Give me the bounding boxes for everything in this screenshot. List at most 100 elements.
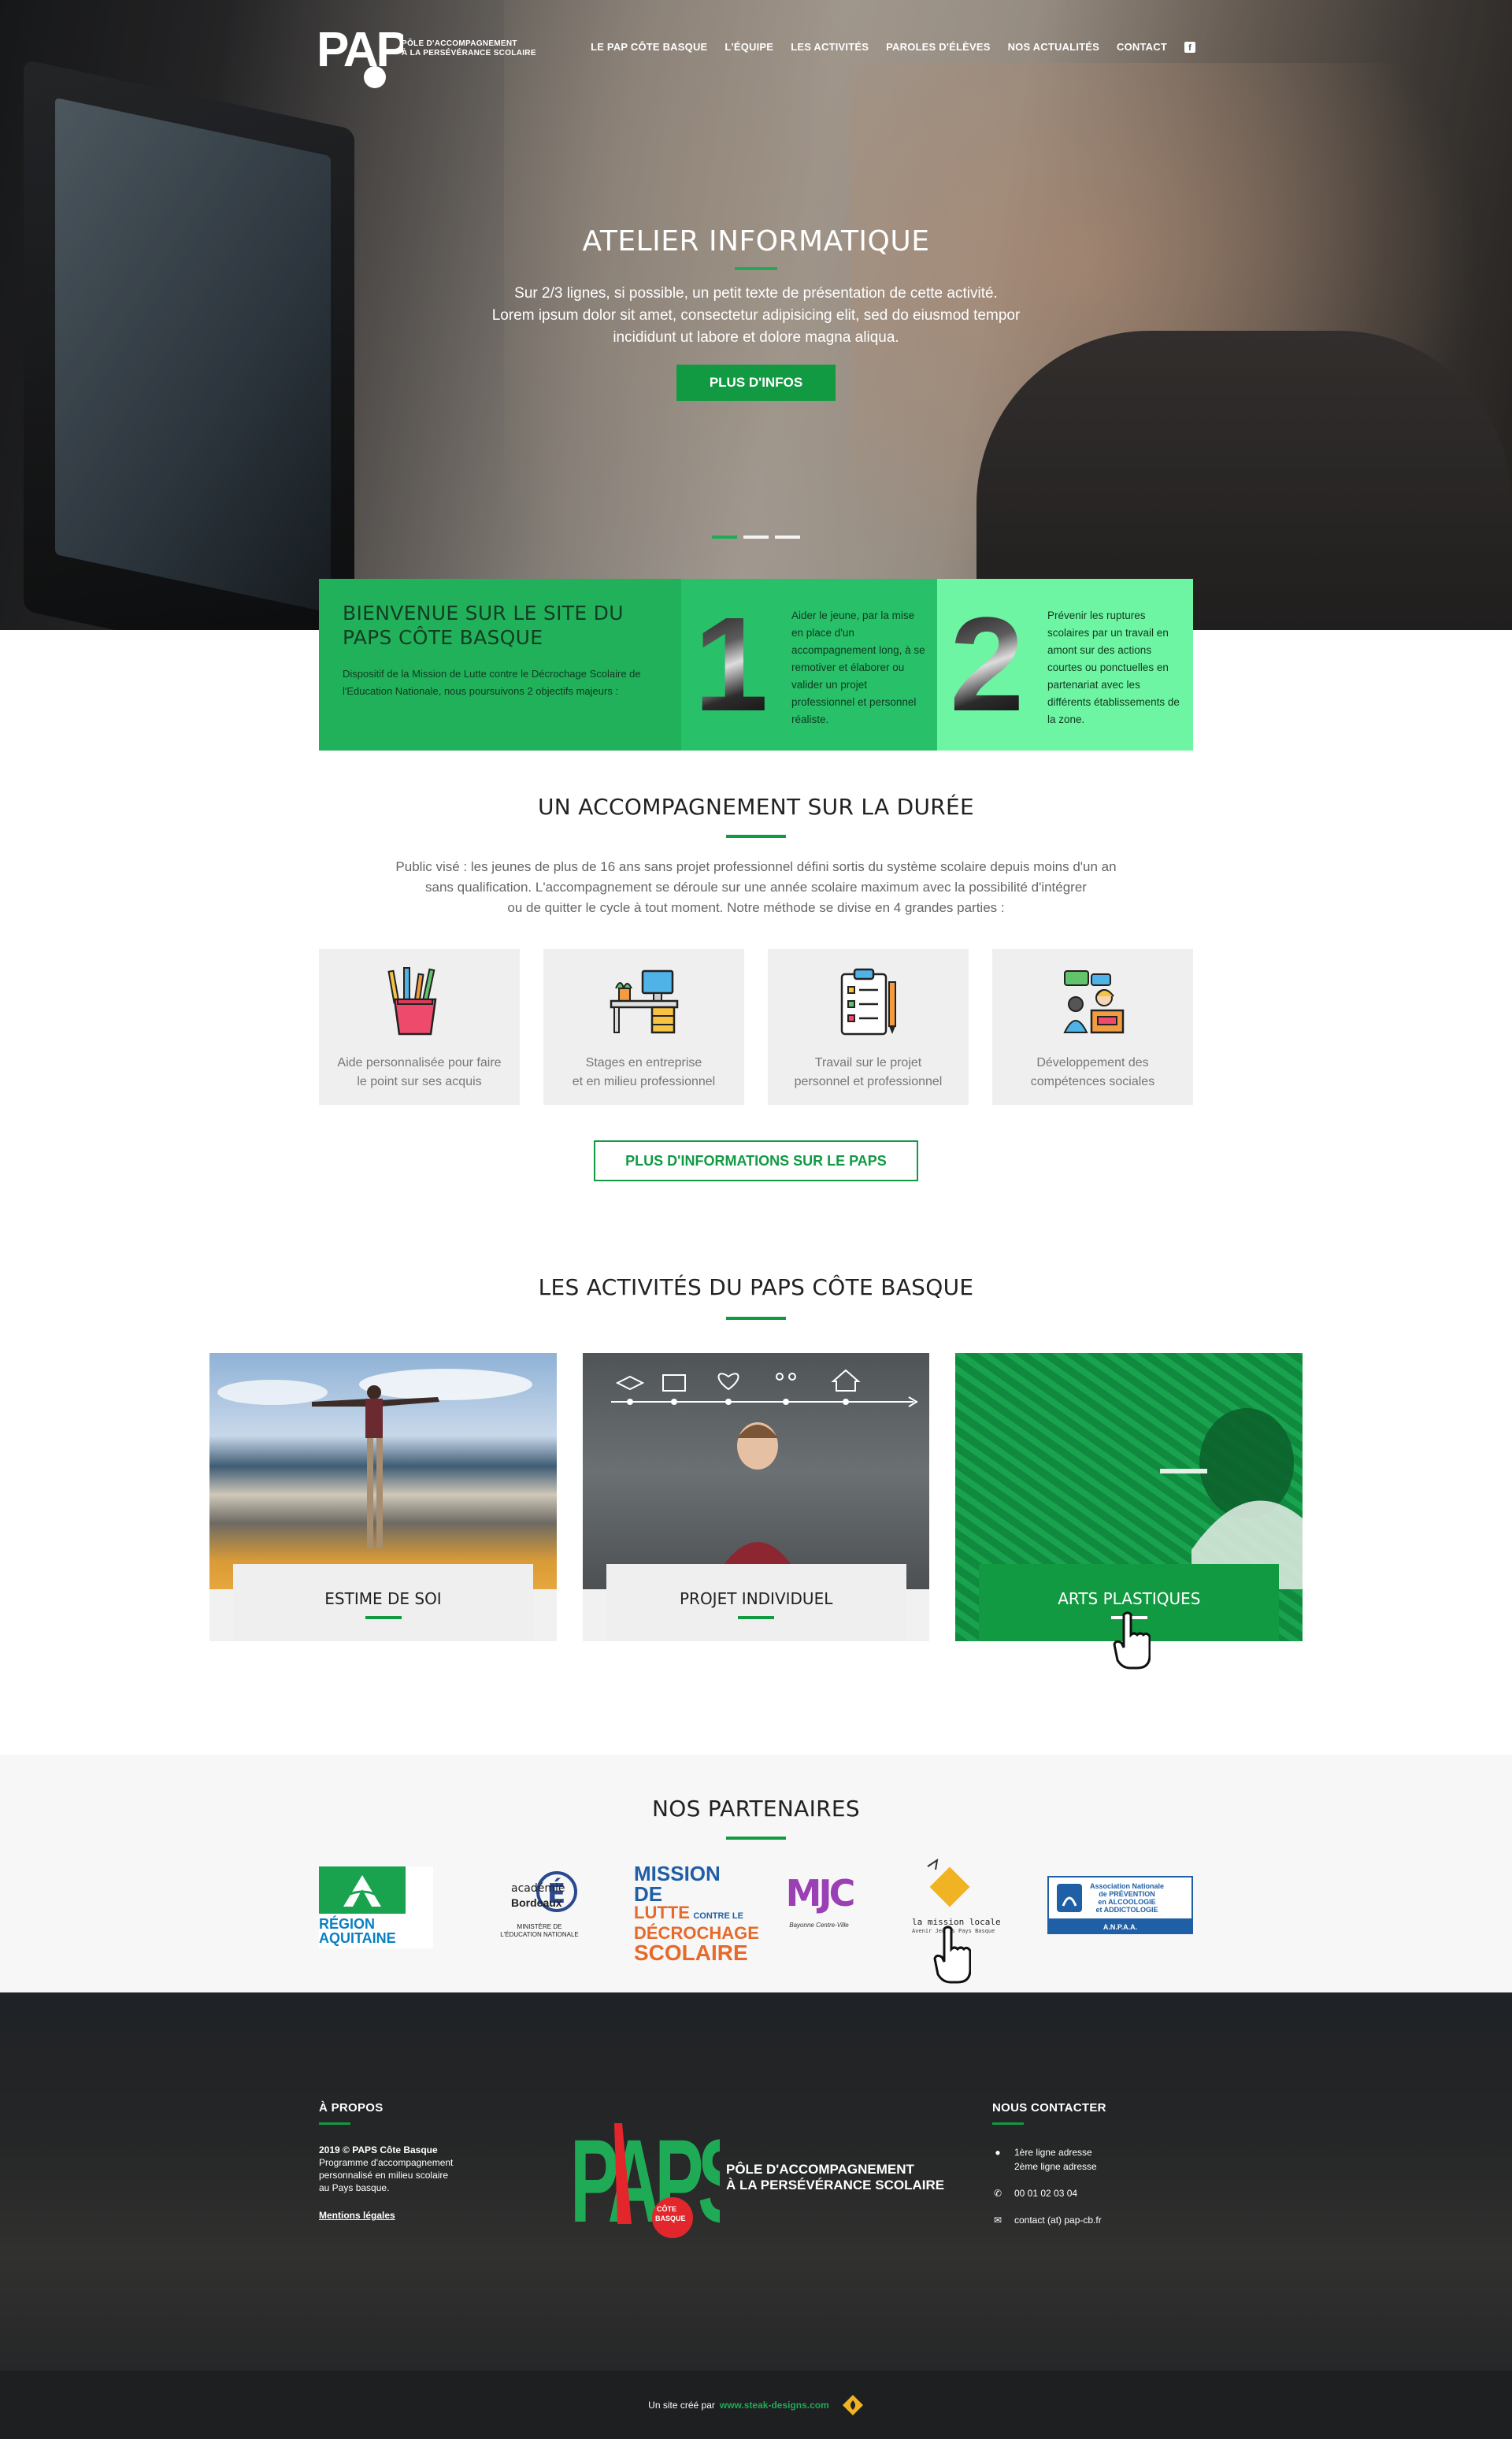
partners-logos: RÉGION AQUITAINE É académie Bordeaux MIN… — [319, 1859, 1193, 1964]
mission-line3: DÉCROCHAGE — [634, 1923, 759, 1943]
nav-item-contact[interactable]: CONTACT — [1117, 41, 1167, 53]
method-cards: Aide personnalisée pour faire le point s… — [319, 949, 1193, 1105]
method-card-stages: Stages en entreprise et en milieu profes… — [543, 949, 744, 1105]
hero-title: ATELIER INFORMATIQUE — [582, 225, 930, 258]
objective-1-text: Aider le jeune, par la mise en place d'u… — [791, 610, 925, 725]
phone-icon: ✆ — [993, 2188, 1002, 2199]
nav-item-actualites[interactable]: NOS ACTUALITÉS — [1008, 41, 1099, 53]
nav-item-le-pap[interactable]: LE PAP CÔTE BASQUE — [591, 41, 707, 53]
partners-title-underline — [726, 1837, 786, 1840]
anpaa-line1: Association Nationale — [1090, 1882, 1165, 1890]
region-line2: AQUITAINE — [319, 1930, 396, 1946]
slider-indicators — [712, 536, 800, 539]
intro-line2: sans qualification. L'accompagnement se … — [425, 880, 1087, 895]
mission-line4: SCOLAIRE — [634, 1940, 748, 1965]
mjc-line2: Bayonne Centre-Ville — [789, 1922, 849, 1929]
hero-more-info-button[interactable]: PLUS D'INFOS — [676, 365, 836, 401]
method-card-aide: Aide personnalisée pour faire le point s… — [319, 949, 520, 1105]
hero-slider: PAPS PÔLE D'ACCOMPAGNEMENT À LA PERSÉVÉR… — [0, 0, 1512, 630]
desk-icon — [610, 969, 678, 1034]
mission-line1: MISSION DE — [634, 1862, 721, 1906]
activity-card-arts[interactable]: ARTS PLASTIQUES — [955, 1353, 1303, 1641]
activity-label-estime: ESTIME DE SOI — [233, 1564, 533, 1641]
footer-phone-number[interactable]: 00 01 02 03 04 — [1014, 2186, 1077, 2200]
facebook-icon[interactable]: f — [1184, 41, 1195, 53]
footer-address: ● 1ère ligne adresse 2ème ligne adresse — [992, 2145, 1197, 2174]
accompagnement-title-underline — [726, 835, 786, 838]
region-aquitaine-icon — [343, 1875, 381, 1907]
partners-title: NOS PARTENAIRES — [652, 1796, 860, 1822]
objective-2-text: Prévenir les ruptures scolaires par un t… — [1047, 610, 1180, 725]
footer-email: ✉ contact (at) pap-cb.fr — [992, 2213, 1197, 2227]
anpaa-icon — [1057, 1884, 1082, 1912]
footer-about-line3: personnalisé en milieu scolaire — [319, 2170, 449, 2181]
logo-tagline-line2: À LA PERSÉVÉRANCE SCOLAIRE — [402, 49, 536, 57]
footer-about-text: 2019 © PAPS Côte Basque Programme d'acco… — [319, 2144, 492, 2194]
footer-paps-logo[interactable]: PAPS CÔTE BASQUE — [570, 2092, 720, 2259]
activity-title-estime: ESTIME DE SOI — [324, 1589, 442, 1608]
hand-cursor-icon — [1113, 1611, 1151, 1670]
footer-contact: NOUS CONTACTER ● 1ère ligne adresse 2ème… — [992, 2101, 1197, 2227]
mission-line2b: CONTRE LE — [693, 1911, 743, 1921]
steak-designs-badge-icon[interactable] — [842, 2394, 864, 2416]
slider-dot-2[interactable] — [743, 536, 769, 539]
academie-line4: L'ÉDUCATION NATIONALE — [500, 1931, 579, 1938]
hero-text-line2: Lorem ipsum dolor sit amet, consectetur … — [491, 307, 1021, 324]
svg-text:CÔTE: CÔTE — [657, 2204, 676, 2213]
activity-image-sea — [209, 1353, 557, 1589]
footer-about-line2: Programme d'accompagnement — [319, 2157, 454, 2168]
method-card-competences: Développement des compétences sociales — [992, 949, 1193, 1105]
nav-item-paroles[interactable]: PAROLES D'ÉLÈVES — [886, 41, 990, 53]
hero-content: ATELIER INFORMATIQUE Sur 2/3 lignes, si … — [441, 225, 1071, 401]
credit-prefix: Un site créé par — [648, 2399, 715, 2411]
top-navigation: PAPS PÔLE D'ACCOMPAGNEMENT À LA PERSÉVÉR… — [0, 0, 1512, 95]
activity-card-estime[interactable]: ESTIME DE SOI — [209, 1353, 557, 1641]
activity-card-projet[interactable]: PROJET INDIVIDUEL — [582, 1353, 930, 1641]
welcome-title: BIENVENUE SUR LE SITE DU PAPS CÔTE BASQU… — [343, 601, 658, 650]
anpaa-line4: et ADDICTOLOGIE — [1095, 1906, 1158, 1914]
activity-title-arts: ARTS PLASTIQUES — [1058, 1589, 1201, 1608]
slider-dot-1[interactable] — [712, 536, 737, 539]
region-line1: RÉGION — [319, 1916, 376, 1932]
nav-item-activites[interactable]: LES ACTIVITÉS — [791, 41, 869, 53]
slider-dot-3[interactable] — [775, 536, 800, 539]
nav-item-equipe[interactable]: L'ÉQUIPE — [724, 41, 773, 53]
footer-email-address[interactable]: contact (at) pap-cb.fr — [1014, 2213, 1102, 2227]
svg-text:PAPS: PAPS — [317, 23, 403, 77]
mjc-line1: MJC — [785, 1872, 856, 1915]
paps-logo[interactable]: PAPS — [317, 11, 403, 93]
anpaa-line3: en ALCOOLOGIE — [1098, 1898, 1156, 1906]
more-info-paps-button[interactable]: PLUS D'INFORMATIONS SUR LE PAPS — [594, 1140, 918, 1181]
activity-label-projet: PROJET INDIVIDUEL — [606, 1564, 906, 1641]
academie-line3: MINISTÈRE DE — [517, 1923, 562, 1930]
pencil-cup-icon — [387, 967, 436, 1036]
academie-line1: académie — [511, 1882, 565, 1895]
accompagnement-title: UN ACCOMPAGNEMENT SUR LA DURÉE — [537, 794, 974, 820]
footer-phone: ✆ 00 01 02 03 04 — [992, 2186, 1197, 2200]
partner-academie-bordeaux[interactable]: É académie Bordeaux MINISTÈRE DE L'ÉDUCA… — [484, 1866, 587, 1948]
objective-2: 2 Prévenir les ruptures scolaires par un… — [937, 579, 1193, 751]
footer-address-line2: 2ème ligne adresse — [1014, 2161, 1097, 2172]
svg-text:PAPS: PAPS — [570, 2115, 720, 2247]
method-card-stages-line1: Stages en entreprise — [585, 1056, 702, 1069]
logo-tagline-line1: PÔLE D'ACCOMPAGNEMENT — [402, 39, 517, 48]
partner-mjc[interactable]: MJC Bayonne Centre-Ville — [780, 1865, 858, 1944]
welcome-text: Dispositif de la Mission de Lutte contre… — [343, 668, 641, 697]
footer-about-line1: 2019 © PAPS Côte Basque — [319, 2144, 438, 2155]
footer-tagline-line1: PÔLE D'ACCOMPAGNEMENT — [726, 2162, 914, 2177]
partner-anpaa[interactable]: Association Nationale de PRÉVENTION en A… — [1047, 1876, 1193, 1939]
clipboard-icon — [840, 968, 896, 1036]
credit-link[interactable]: www.steak-designs.com — [720, 2400, 829, 2411]
footer-about: À PROPOS 2019 © PAPS Côte Basque Program… — [319, 2101, 492, 2221]
activites-title: LES ACTIVITÉS DU PAPS CÔTE BASQUE — [538, 1274, 974, 1300]
welcome-title-line1: BIENVENUE SUR LE SITE DU — [343, 602, 624, 625]
partner-region-aquitaine[interactable]: RÉGION AQUITAINE — [319, 1866, 433, 1948]
method-card-projet: Travail sur le projet personnel et profe… — [768, 949, 969, 1105]
partner-mission-lutte[interactable]: MISSION DE LUTTE CONTRE LE DÉCROCHAGE SC… — [634, 1862, 759, 1965]
activites-title-underline — [726, 1317, 786, 1320]
method-card-projet-line2: personnel et professionnel — [794, 1075, 943, 1088]
footer-legal-link[interactable]: Mentions légales — [319, 2210, 492, 2221]
method-card-projet-line1: Travail sur le projet — [814, 1056, 922, 1069]
method-card-stages-line2: et en milieu professionnel — [572, 1075, 716, 1088]
logo-tagline: PÔLE D'ACCOMPAGNEMENT À LA PERSÉVÉRANCE … — [402, 39, 536, 58]
